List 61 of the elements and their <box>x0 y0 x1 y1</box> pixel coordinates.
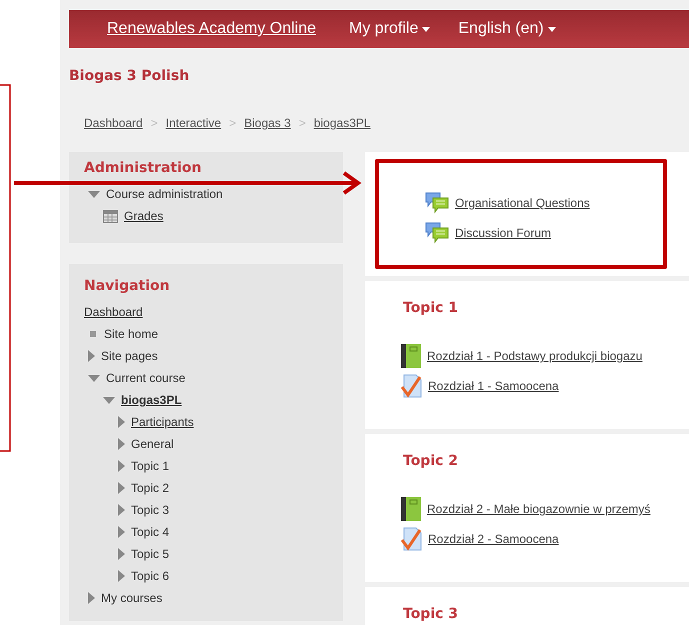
book-icon <box>401 497 421 521</box>
collapsed-triangle-icon[interactable] <box>118 416 125 428</box>
checked-page-icon <box>401 527 422 551</box>
expanded-triangle-icon[interactable] <box>103 396 115 404</box>
nav-item[interactable]: General <box>131 435 174 453</box>
activity-link[interactable]: Rozdział 1 - Samoocena <box>428 377 559 395</box>
nav-item[interactable]: Topic 1 <box>131 457 170 475</box>
caret-icon <box>422 26 430 32</box>
checked-page-icon <box>401 374 422 398</box>
section-title: Topic 3 <box>403 605 460 624</box>
nav-item[interactable]: Topic 2 <box>131 479 170 497</box>
speech-bubbles-icon <box>425 192 449 214</box>
breadcrumb-separator: > <box>229 115 236 132</box>
collapsed-triangle-icon[interactable] <box>88 592 95 604</box>
speech-bubbles-icon <box>425 222 449 244</box>
table-icon <box>103 210 118 222</box>
section-title: Topic 2 <box>403 452 460 471</box>
block-title: Navigation <box>84 277 171 296</box>
site-name-link[interactable]: Renewables Academy Online <box>107 17 316 41</box>
collapsed-triangle-icon[interactable] <box>118 526 125 538</box>
breadcrumb-separator: > <box>150 115 158 132</box>
caret-icon <box>548 26 556 32</box>
activity-link[interactable]: Rozdział 2 - Samoocena <box>428 530 559 548</box>
collapsed-triangle-icon[interactable] <box>118 504 125 516</box>
book-icon <box>401 344 421 368</box>
activity-link[interactable]: Organisational Questions <box>455 194 590 212</box>
breadcrumb-separator: > <box>298 115 306 132</box>
menu-button[interactable]: English (en) <box>458 17 556 41</box>
collapsed-triangle-icon[interactable] <box>118 482 125 494</box>
collapsed-triangle-icon[interactable] <box>118 438 125 450</box>
nav-item[interactable]: Topic 6 <box>131 567 170 585</box>
breadcrumb-link[interactable]: Biogas 3 <box>244 114 291 132</box>
expanded-triangle-icon[interactable] <box>88 374 100 382</box>
nav-item[interactable]: Topic 5 <box>131 545 170 563</box>
nav-link[interactable]: Grades <box>124 207 164 225</box>
block-title: Administration <box>84 159 202 178</box>
activity-link[interactable]: Rozdział 1 - Podstawy produkcji biogazu <box>427 347 642 365</box>
nav-link[interactable]: Dashboard <box>84 303 143 321</box>
nav-item[interactable]: Course administration <box>106 185 223 203</box>
activity-link[interactable]: Discussion Forum <box>455 224 552 242</box>
menu-button[interactable]: My profile <box>349 17 430 41</box>
collapsed-triangle-icon[interactable] <box>88 350 95 362</box>
expanded-triangle-icon[interactable] <box>88 190 100 198</box>
section-title: Topic 1 <box>403 299 460 318</box>
nav-item[interactable]: Topic 4 <box>131 523 170 541</box>
nav-item[interactable]: Site pages <box>101 347 158 365</box>
breadcrumb-link[interactable]: biogas3PL <box>314 114 371 132</box>
breadcrumb-link[interactable]: Interactive <box>166 114 222 132</box>
collapsed-triangle-icon[interactable] <box>118 460 125 472</box>
nav-item[interactable]: My courses <box>101 589 162 607</box>
nav-item[interactable]: Current course <box>106 369 186 387</box>
page-title: Biogas 3 Polish <box>69 67 190 86</box>
collapsed-triangle-icon[interactable] <box>118 548 125 560</box>
bullet-icon <box>90 331 96 337</box>
nav-link[interactable]: biogas3PL <box>121 391 182 409</box>
collapsed-triangle-icon[interactable] <box>118 570 125 582</box>
breadcrumb-link[interactable]: Dashboard <box>84 114 143 132</box>
activity-link[interactable]: Rozdział 2 - Małe biogazownie w przemyś <box>427 500 650 518</box>
nav-item[interactable]: Site home <box>104 325 158 343</box>
nav-link[interactable]: Participants <box>131 413 194 431</box>
nav-item[interactable]: Topic 3 <box>131 501 170 519</box>
